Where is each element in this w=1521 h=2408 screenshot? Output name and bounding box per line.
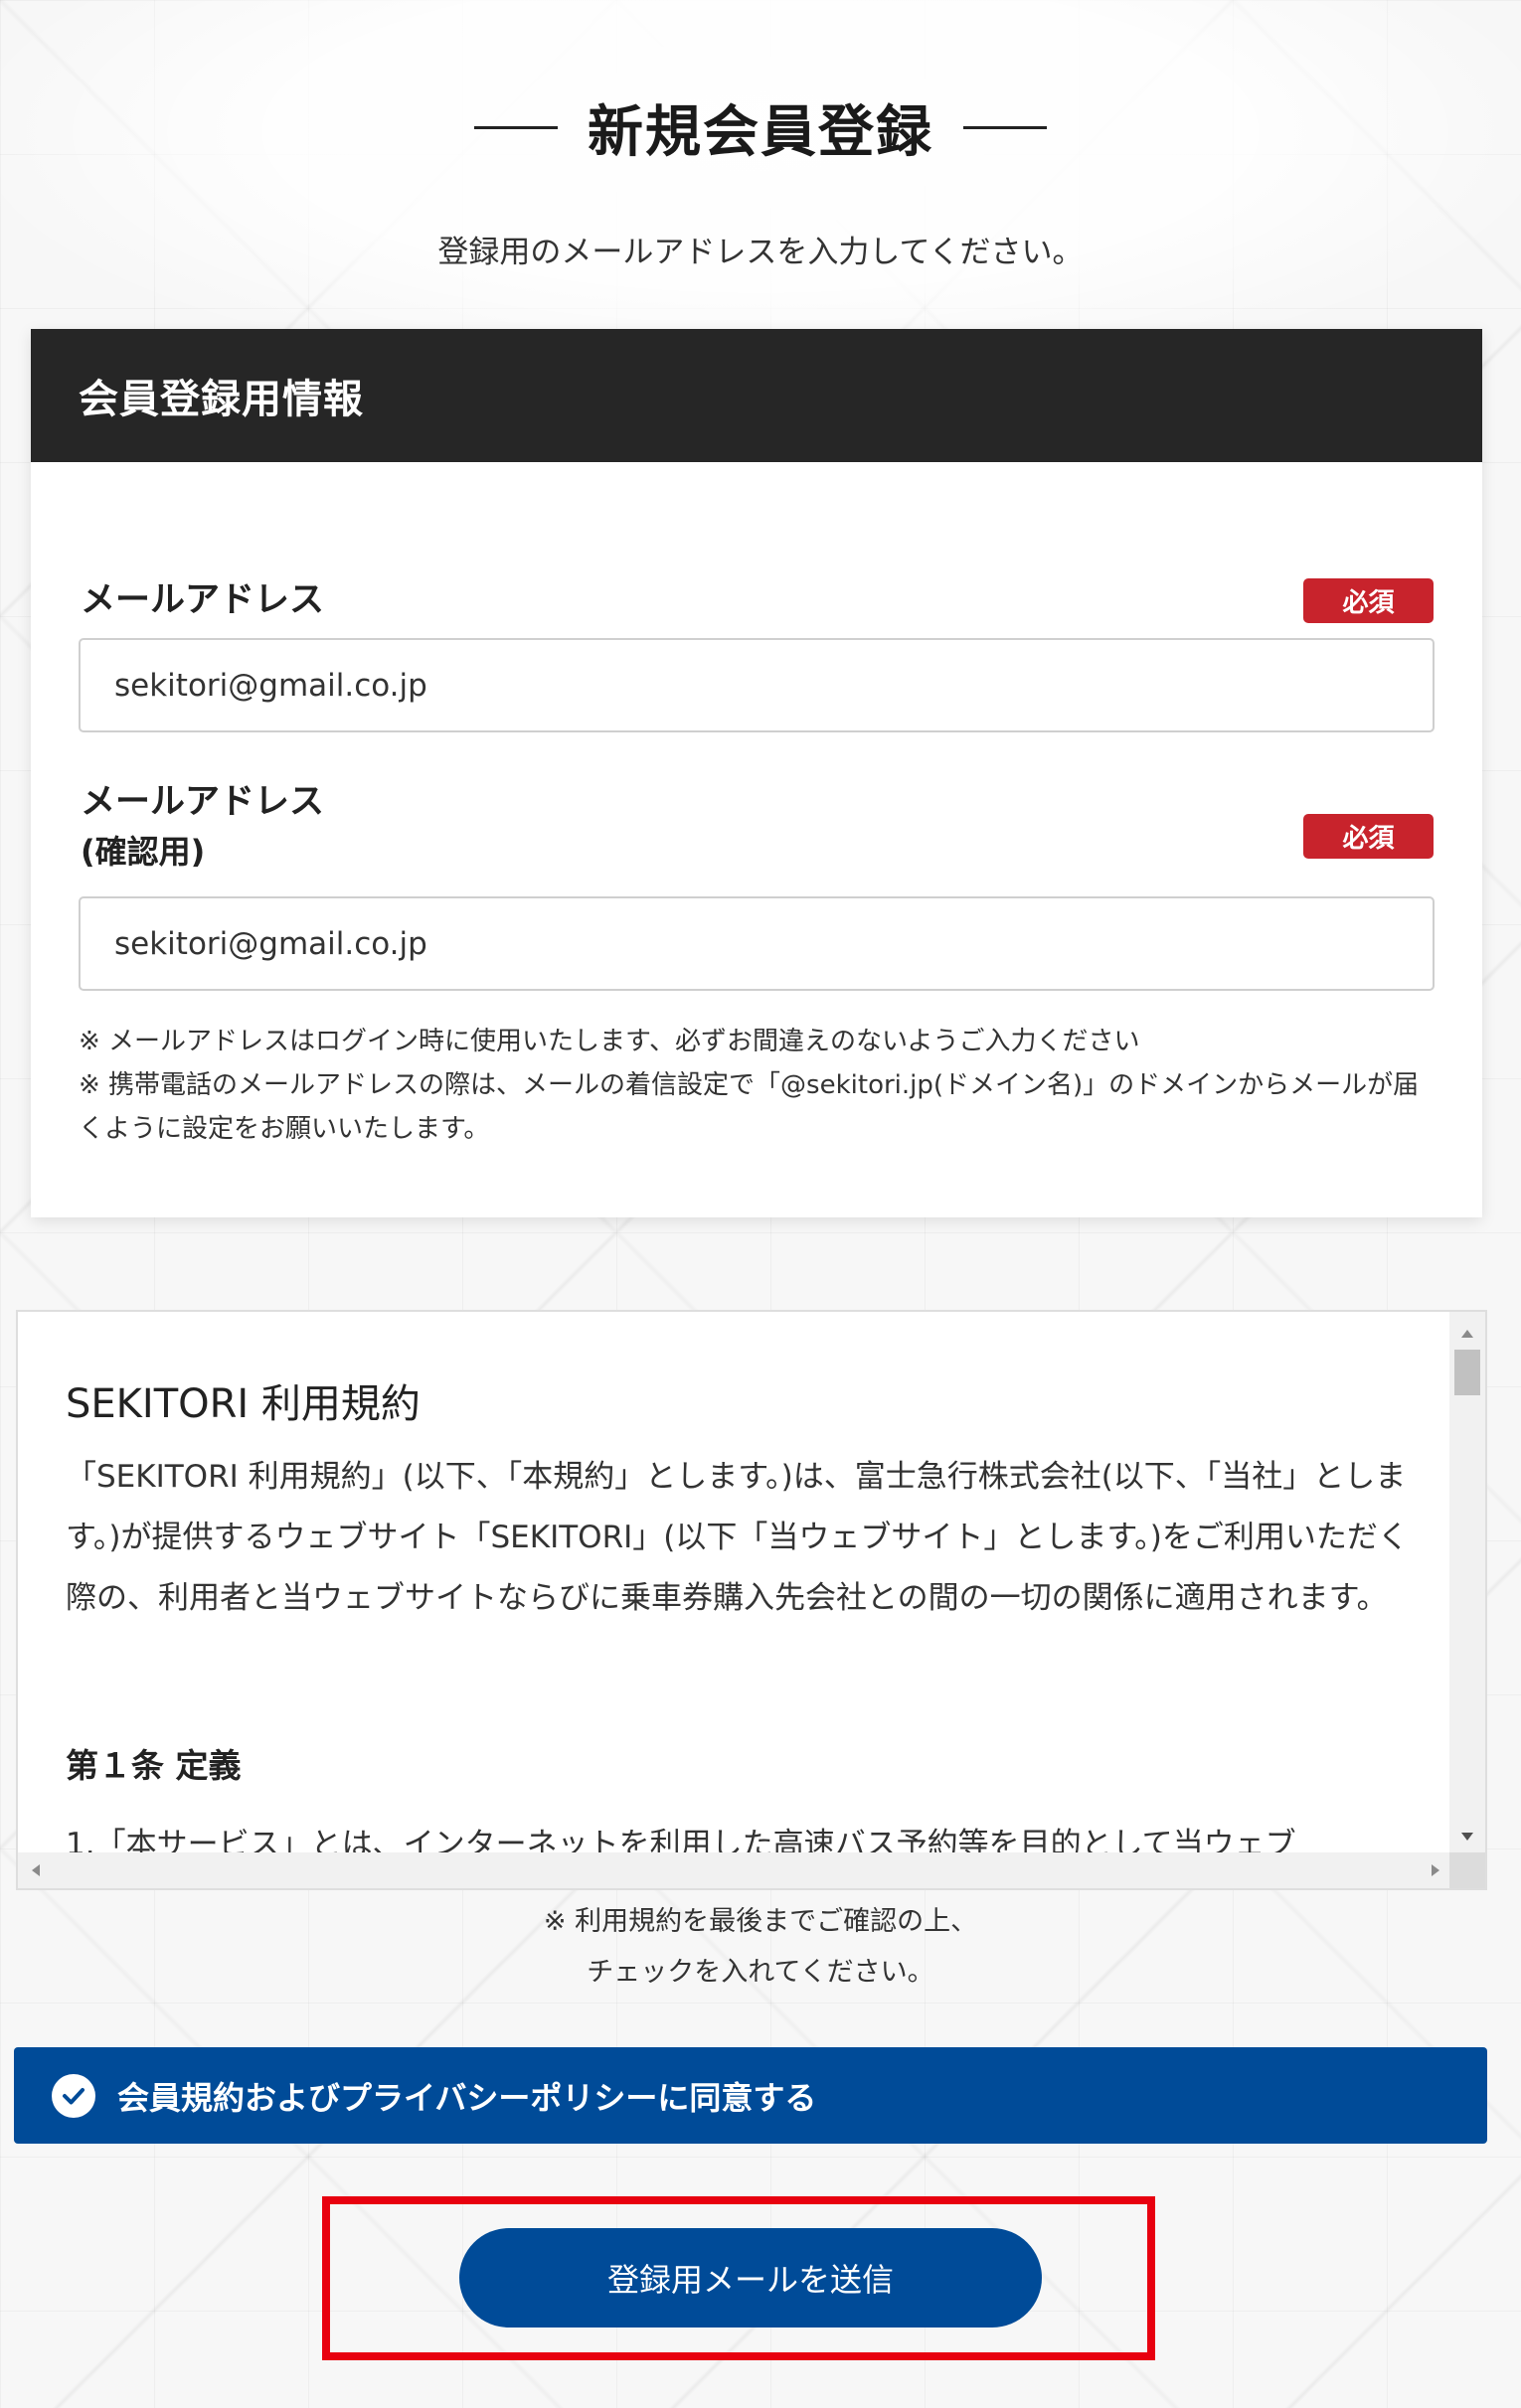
send-registration-email-button[interactable]: 登録用メールを送信 xyxy=(459,2228,1042,2328)
email-note-2: ※ 携帯電話のメールアドレスの際は、メールの着信設定で「@sekitori.jp… xyxy=(79,1070,1420,1144)
email-label: メールアドレス xyxy=(81,580,325,620)
terms-confirm-note: ※ 利用規約を最後までご確認の上、 チェックを入れてください。 xyxy=(0,1896,1521,1998)
terms-scroll-box[interactable]: SEKITORI 利用規約 「SEKITORI 利用規約」(以下、「本規約」とし… xyxy=(16,1310,1487,1890)
scroll-down-arrow-icon[interactable] xyxy=(1461,1833,1473,1841)
agree-checkbox-bar[interactable]: 会員規約およびプライバシーポリシーに同意する xyxy=(14,2047,1487,2144)
email-confirm-label-line2: (確認用) xyxy=(81,833,206,871)
page-subtitle: 登録用のメールアドレスを入力してください。 xyxy=(437,235,1084,270)
scroll-right-arrow-icon[interactable] xyxy=(1432,1864,1439,1876)
agree-label: 会員規約およびプライバシーポリシーに同意する xyxy=(117,2078,817,2117)
title-left-rule xyxy=(474,126,558,129)
registration-card: 会員登録用情報 メールアドレス 必須 メールアドレス (確認用) 必須 ※ メー… xyxy=(31,329,1482,1217)
terms-title: SEKITORI 利用規約 xyxy=(66,1381,421,1427)
email-field[interactable] xyxy=(79,638,1435,732)
card-header: 会員登録用情報 xyxy=(31,329,1482,462)
email-notes: ※ メールアドレスはログイン時に使用いたします、必ずお間違えのないようご入力くだ… xyxy=(79,1020,1440,1151)
vertical-scrollbar[interactable] xyxy=(1449,1312,1485,1854)
horizontal-scrollbar[interactable] xyxy=(18,1852,1453,1888)
scroll-up-arrow-icon[interactable] xyxy=(1461,1330,1473,1338)
header-background-glow xyxy=(0,0,1521,378)
email-note-1: ※ メールアドレスはログイン時に使用いたします、必ずお間違えのないようご入力くだ… xyxy=(79,1027,1140,1056)
email-required-badge: 必須 xyxy=(1303,578,1434,623)
page-title: 新規会員登録 xyxy=(0,87,1521,168)
email-confirm-label: メールアドレス (確認用) xyxy=(81,777,324,877)
scrollbar-thumb[interactable] xyxy=(1454,1350,1480,1395)
terms-intro: 「SEKITORI 利用規約」(以下、「本規約」とします。)は、富士急行株式会社… xyxy=(66,1459,1409,1616)
terms-note-line2: チェックを入れてください。 xyxy=(587,1957,934,1988)
title-right-rule xyxy=(963,126,1047,129)
email-confirm-field[interactable] xyxy=(79,896,1435,991)
email-confirm-label-line1: メールアドレス xyxy=(81,782,325,822)
check-circle-icon[interactable] xyxy=(52,2073,95,2118)
scrollbar-corner xyxy=(1449,1852,1485,1888)
terms-note-line1: ※ 利用規約を最後までご確認の上、 xyxy=(543,1906,978,1937)
email-confirm-required-badge: 必須 xyxy=(1303,814,1434,859)
page-title-text: 新規会員登録 xyxy=(588,100,933,165)
scroll-left-arrow-icon[interactable] xyxy=(32,1864,40,1876)
terms-article-1-heading: 第１条 定義 xyxy=(66,1746,242,1785)
